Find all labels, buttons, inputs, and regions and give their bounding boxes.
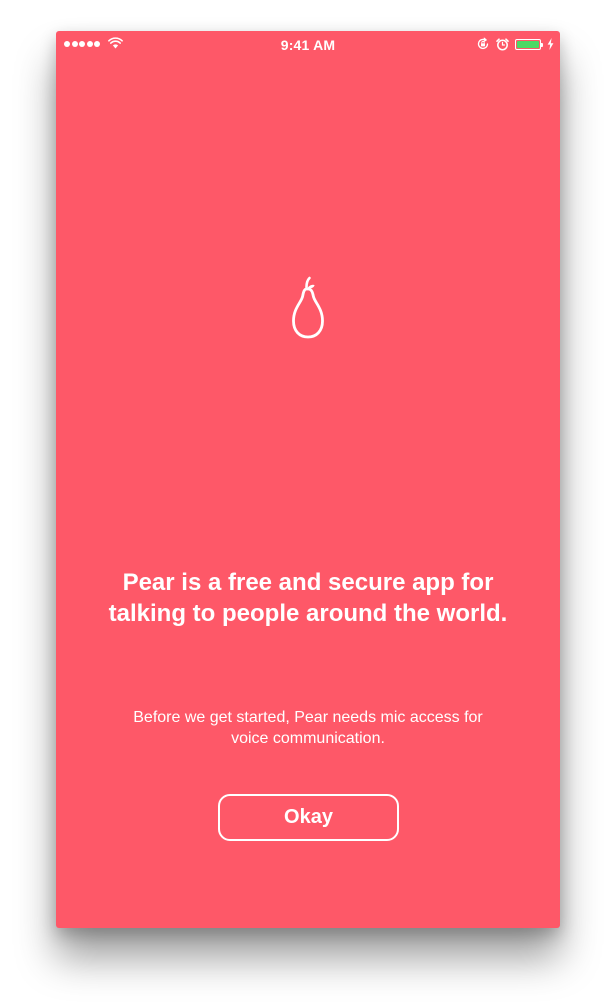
- okay-button[interactable]: Okay: [218, 794, 399, 841]
- mic-permission-message: Before we get started, Pear needs mic ac…: [133, 709, 483, 747]
- alarm-icon: [496, 37, 509, 50]
- charging-bolt-icon: [547, 38, 554, 50]
- status-bar: 9:41 AM: [56, 31, 560, 59]
- battery-fill: [517, 40, 539, 48]
- rotation-lock-icon: [477, 37, 489, 50]
- battery-icon: [515, 38, 543, 50]
- phone-screen: 9:41 AM Pear is a free and secure app fo…: [56, 31, 560, 928]
- headline: Pear is a free and secure app for talkin…: [108, 569, 508, 627]
- status-icons: [476, 37, 554, 51]
- pear-icon: [292, 276, 324, 339]
